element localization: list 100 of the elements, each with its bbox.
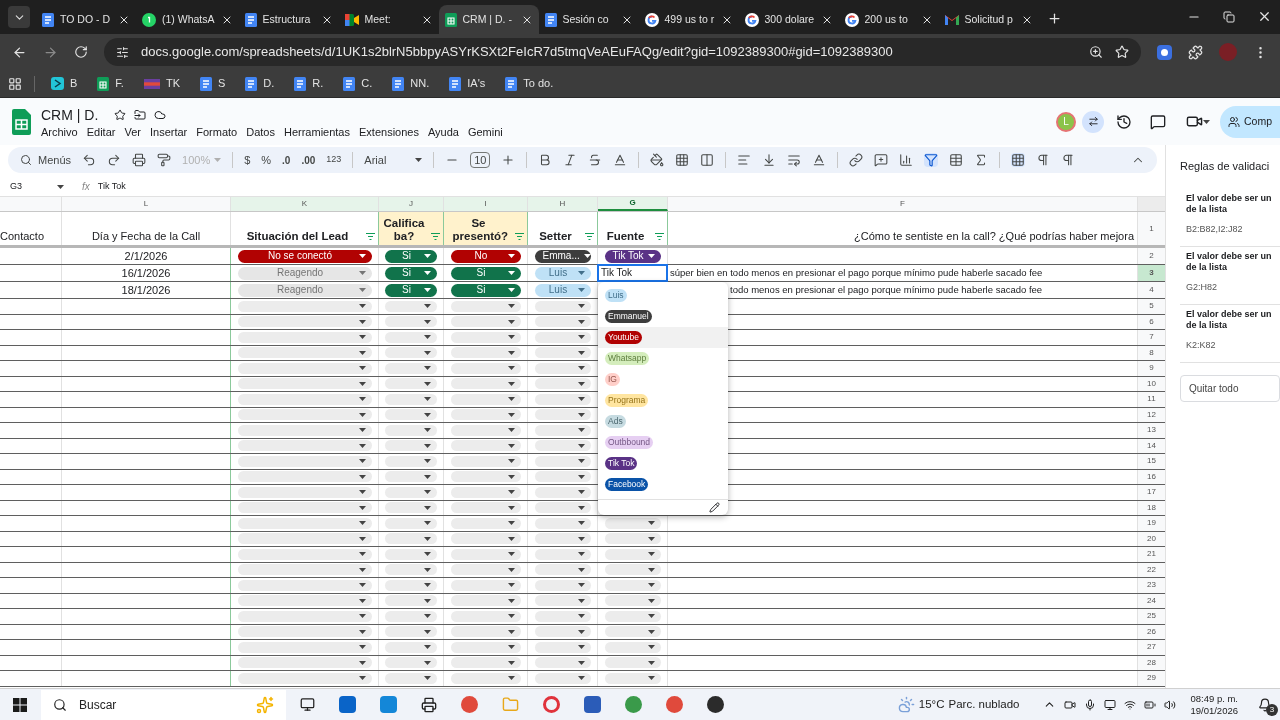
validation-rule[interactable]: El valor debe ser un de la lista B2:B82,I2:J82 [1180, 188, 1280, 247]
menu-item[interactable]: Datos [246, 123, 275, 140]
folder-icon[interactable] [502, 696, 519, 713]
share-button[interactable]: Comp [1220, 105, 1280, 138]
row-number[interactable]: 1 [1138, 212, 1165, 245]
dropdown-chip[interactable] [534, 409, 591, 421]
dropdown-chip[interactable] [385, 502, 437, 514]
dropdown-chip[interactable] [604, 579, 661, 591]
close-window-icon[interactable] [1257, 9, 1272, 24]
menu-item[interactable]: Archivo [41, 123, 78, 140]
microphone-icon[interactable] [1084, 698, 1097, 711]
print-icon[interactable] [132, 153, 147, 167]
row-number[interactable]: 19 [1138, 516, 1165, 531]
clock-time[interactable]: 08:49 p. m. [1190, 692, 1238, 705]
filter-icon[interactable] [515, 233, 524, 240]
dropdown-chip[interactable] [385, 672, 437, 684]
dropdown-chip[interactable] [534, 579, 591, 591]
filter-icon[interactable] [585, 233, 594, 240]
dropdown-chip[interactable] [534, 595, 591, 607]
forward-icon[interactable] [43, 44, 58, 60]
start-icon[interactable] [13, 697, 27, 712]
dropdown-chip[interactable] [534, 564, 591, 576]
row-number[interactable]: 29 [1138, 671, 1165, 686]
bookmark[interactable]: B [47, 75, 82, 92]
filter-views-icon[interactable] [949, 153, 964, 167]
align-icon[interactable] [737, 153, 752, 167]
borders-icon[interactable] [675, 153, 690, 167]
column-header[interactable]: G [598, 197, 668, 211]
dropdown-chip[interactable] [385, 440, 437, 452]
extensions-icon[interactable] [1188, 44, 1203, 60]
number-format-button[interactable]: 123 [326, 153, 342, 167]
site-settings-icon[interactable] [116, 45, 129, 59]
menu-item[interactable]: Extensiones [359, 123, 419, 140]
address-bar[interactable]: docs.google.com/spreadsheets/d/1UK1s2blrN5bbpyASYrKSXt2FeIcR7d5tmqVeAEuFAQg/edit?gid=1092389300#gid=1092389300 [104, 38, 1141, 66]
dropdown-chip[interactable] [534, 316, 591, 328]
bold-icon[interactable] [538, 153, 553, 167]
text-color-icon[interactable] [613, 153, 628, 167]
task-view-icon[interactable] [300, 697, 315, 712]
dropdown-option[interactable]: Ads [598, 411, 728, 432]
lead-status-chip[interactable]: Reagendo [237, 283, 372, 297]
mail-app-icon[interactable] [339, 696, 356, 713]
filter-icon[interactable] [431, 233, 440, 240]
attended-chip[interactable]: Si [450, 283, 521, 297]
browser-tab[interactable]: 300 dolare [738, 5, 839, 34]
extension-icon[interactable] [1157, 44, 1172, 60]
dropdown-chip[interactable] [534, 300, 591, 312]
dropdown-chip[interactable] [385, 362, 437, 374]
dropdown-chip[interactable] [385, 331, 437, 343]
dropdown-chip[interactable] [385, 486, 437, 498]
dropdown-chip[interactable] [604, 564, 661, 576]
dropdown-option[interactable]: Whatsapp [598, 348, 728, 369]
dropdown-option[interactable]: Programa [598, 390, 728, 411]
dropdown-chip[interactable] [385, 564, 437, 576]
dropdown-chip[interactable] [604, 548, 661, 560]
dropdown-chip[interactable] [385, 610, 437, 622]
currency-button[interactable]: $ [244, 151, 251, 169]
merge-cells-icon[interactable] [700, 153, 715, 167]
setter-chip[interactable]: Luis [534, 266, 591, 280]
row-number[interactable]: 2 [1138, 248, 1165, 264]
dropdown-option[interactable]: Tik Tok [598, 453, 728, 474]
font-select[interactable]: Arial [364, 151, 423, 169]
dropdown-chip[interactable] [534, 455, 591, 467]
browser-tab[interactable]: Estructura [238, 5, 339, 34]
validation-rule[interactable]: El valor debe ser un de la lista K2:K82 [1180, 304, 1280, 363]
row-number[interactable]: 25 [1138, 609, 1165, 624]
bookmark[interactable]: S [195, 75, 230, 92]
bookmark[interactable]: TK [139, 75, 184, 92]
wifi-icon[interactable] [1124, 698, 1137, 711]
row-number[interactable]: 3 [1138, 265, 1165, 281]
setter-chip[interactable]: Emma... [534, 249, 591, 263]
column-header[interactable]: H [528, 197, 598, 211]
dropdown-chip[interactable] [604, 641, 661, 653]
dropdown-chip[interactable] [604, 657, 661, 669]
comment-icon[interactable] [1150, 113, 1166, 130]
increase-size-icon[interactable] [501, 153, 516, 167]
browser-tab[interactable]: Sesión co [538, 5, 639, 34]
qualifies-chip[interactable]: Si [385, 283, 437, 297]
dropdown-chip[interactable] [385, 641, 437, 653]
word-processor-icon[interactable] [584, 696, 601, 713]
dropdown-chip[interactable] [534, 517, 591, 529]
dropdown-chip[interactable] [385, 347, 437, 359]
browser-tab[interactable]: CRM | D. - [438, 5, 539, 34]
browser-icon[interactable] [461, 696, 478, 713]
zoom-icon[interactable] [1089, 45, 1103, 59]
menu-search-field[interactable]: Menús [20, 151, 72, 169]
redo-icon[interactable] [107, 153, 122, 167]
dropdown-chip[interactable] [385, 378, 437, 390]
row-number[interactable]: 21 [1138, 547, 1165, 562]
dropdown-chip[interactable] [534, 672, 591, 684]
dropdown-chip[interactable] [385, 595, 437, 607]
star-icon[interactable] [114, 108, 127, 121]
browser-tab[interactable]: TO DO - D [36, 5, 136, 34]
dropdown-chip[interactable] [534, 641, 591, 653]
browser-tab[interactable]: (1) WhatsA [136, 5, 239, 34]
bookmark-star-icon[interactable] [1115, 45, 1129, 59]
browser-icon[interactable] [625, 696, 642, 713]
mail-app-icon[interactable] [380, 696, 397, 713]
dropdown-chip[interactable] [534, 533, 591, 545]
dropdown-chip[interactable] [534, 657, 591, 669]
dropdown-chip[interactable] [534, 378, 591, 390]
